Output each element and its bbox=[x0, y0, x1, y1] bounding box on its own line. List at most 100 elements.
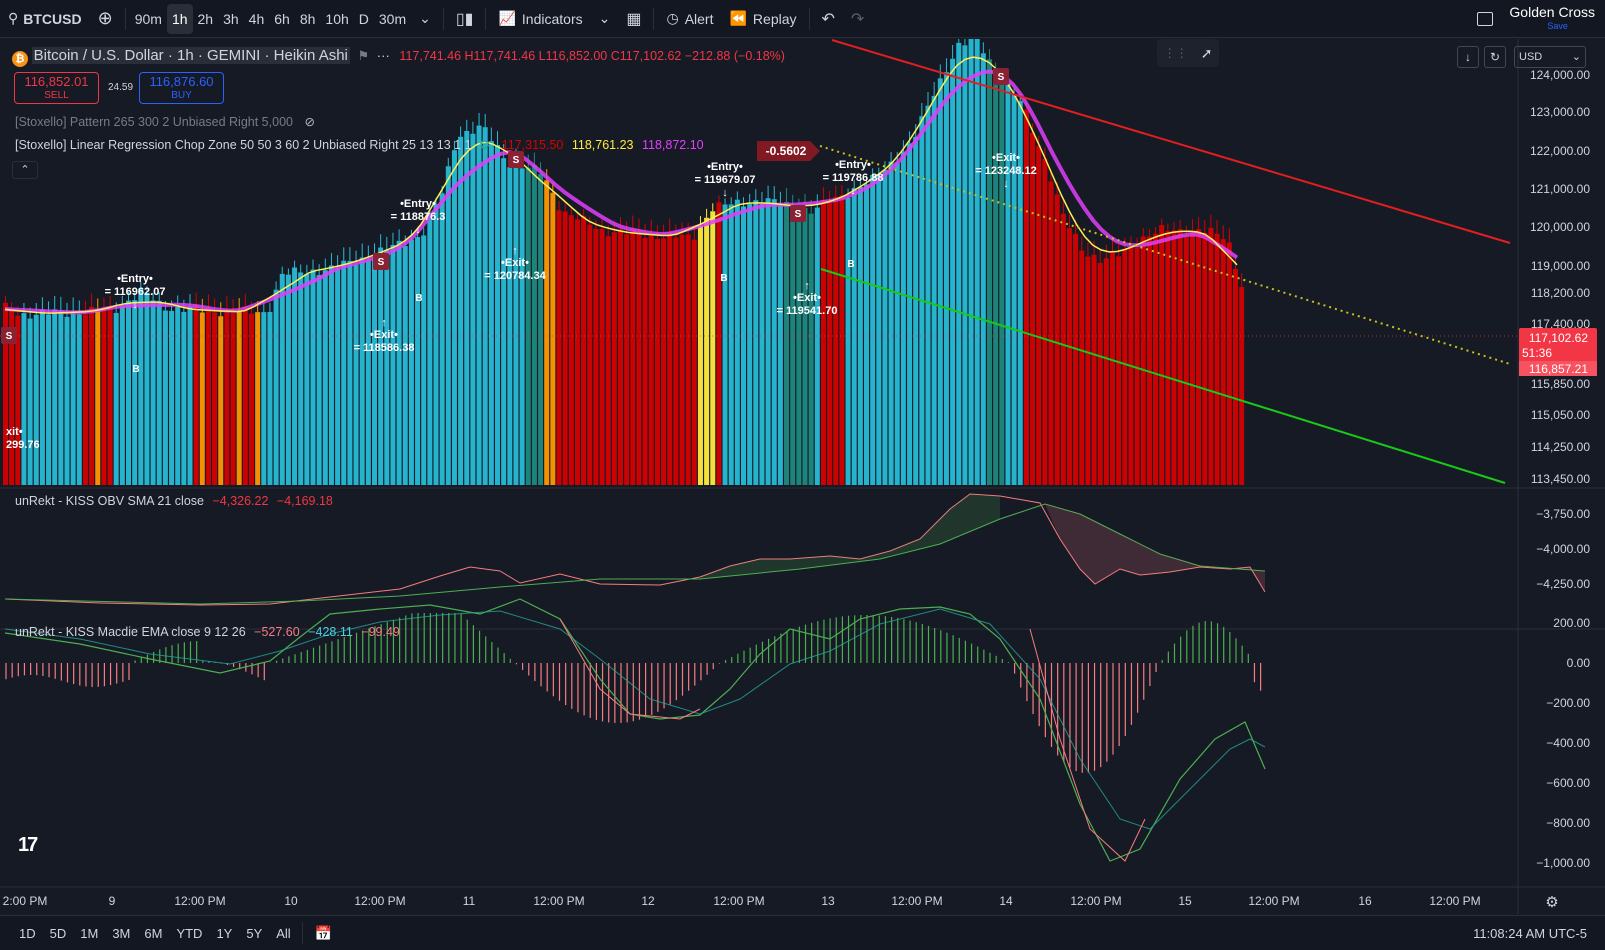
range-all[interactable]: All bbox=[269, 926, 297, 941]
tradingview-logo[interactable]: 17 bbox=[18, 834, 38, 857]
collapse-legend-button[interactable]: ⌃ bbox=[12, 161, 38, 179]
timeframe-8h[interactable]: 8h bbox=[295, 4, 321, 34]
macd-legend[interactable]: unRekt - KISS Macdie EMA close 9 12 26 −… bbox=[15, 625, 400, 639]
bottom-toolbar: 1D 5D 1M 3M 6M YTD 1Y 5Y All 📅 11:08:24 AM UTC-5 bbox=[0, 915, 1605, 950]
trend-line-icon[interactable]: ➚ bbox=[1201, 45, 1213, 62]
price-tick-label: 123,000.00 bbox=[1530, 105, 1590, 119]
drag-handle-icon[interactable]: ⋮⋮ bbox=[1164, 46, 1188, 60]
range-3m[interactable]: 3M bbox=[105, 926, 137, 941]
annotation-value: = 119786.88 bbox=[823, 172, 884, 184]
price-bar bbox=[771, 199, 777, 486]
slope-value: -0.5602 bbox=[766, 144, 807, 158]
replay-button[interactable]: ⏪ Replay bbox=[721, 0, 804, 38]
timeframe-2h[interactable]: 2h bbox=[193, 4, 219, 34]
indicator-pattern-legend[interactable]: [Stoxello] Pattern 265 300 2 Unbiased Ri… bbox=[15, 114, 315, 129]
timeframe-10h[interactable]: 10h bbox=[320, 4, 353, 34]
macd-tick-label: −1,000.00 bbox=[1536, 856, 1590, 870]
templates-button[interactable]: ▦ bbox=[618, 0, 649, 38]
timeframe-90m[interactable]: 90m bbox=[130, 4, 167, 34]
alert-button[interactable]: ◷ Alert bbox=[658, 0, 721, 38]
timeframe-30m[interactable]: 30m bbox=[374, 4, 411, 34]
range-1m[interactable]: 1M bbox=[73, 926, 105, 941]
price-bar bbox=[1073, 233, 1079, 485]
price-bar bbox=[581, 215, 587, 485]
time-tick-label: 12:00 PM bbox=[354, 894, 405, 908]
layout-save-button[interactable]: Golden Cross Save bbox=[1501, 0, 1605, 38]
timeframe-4h[interactable]: 4h bbox=[244, 4, 270, 34]
price-bar bbox=[1146, 236, 1152, 485]
indicators-button[interactable]: 📈 Indicators bbox=[490, 0, 590, 38]
price-bar bbox=[556, 210, 562, 486]
price-bar bbox=[439, 193, 445, 486]
range-1y[interactable]: 1Y bbox=[209, 926, 239, 941]
refresh-button[interactable]: ↻ bbox=[1484, 46, 1506, 68]
price-bar bbox=[132, 300, 138, 485]
clock[interactable]: 11:08:24 AM UTC-5 bbox=[1473, 926, 1587, 941]
chart-area[interactable]: •Entry• = 116962.07 ↓ •Entry• = 118876.3 ↓ •En… bbox=[0, 39, 1605, 914]
buy-button[interactable]: 116,876.60 BUY bbox=[139, 72, 224, 104]
marker-text: S bbox=[795, 209, 802, 220]
macd-value-2: −428.11 bbox=[308, 625, 353, 639]
price-bar bbox=[458, 136, 464, 485]
range-ytd[interactable]: YTD bbox=[169, 926, 209, 941]
price-bar bbox=[230, 312, 236, 485]
redo-button[interactable]: ↷ bbox=[843, 0, 872, 38]
macd-bear-segment bbox=[1029, 628, 1146, 862]
price-tick-label: 113,450.00 bbox=[1531, 472, 1590, 486]
timeframe-dropdown[interactable]: ⌄ bbox=[411, 0, 439, 38]
scroll-down-button[interactable]: ↓ bbox=[1457, 46, 1479, 68]
price-bar bbox=[550, 192, 556, 485]
sell-button[interactable]: 116,852.01 SELL bbox=[14, 72, 99, 104]
symbol-title[interactable]: Bitcoin / U.S. Dollar · 1h · GEMINI · He… bbox=[31, 47, 350, 64]
price-bar bbox=[894, 162, 900, 485]
indicators-dropdown[interactable]: ⌄ bbox=[591, 0, 619, 38]
compare-button[interactable]: ⊕ bbox=[90, 0, 121, 38]
timeframe-3h[interactable]: 3h bbox=[218, 4, 244, 34]
obv-legend[interactable]: unRekt - KISS OBV SMA 21 close −4,326.22… bbox=[15, 494, 333, 508]
chart-type-button[interactable]: ▯▮ bbox=[448, 0, 482, 38]
timeframe-D[interactable]: D bbox=[354, 4, 374, 34]
macd-label: unRekt - KISS Macdie EMA close 9 12 26 bbox=[15, 625, 246, 639]
date-range-button[interactable]: 📅 bbox=[307, 914, 340, 950]
timeframe-1h[interactable]: 1h bbox=[166, 3, 193, 34]
toolbar-divider bbox=[442, 7, 444, 30]
price-bar bbox=[531, 165, 537, 485]
indicator-chop-legend[interactable]: [Stoxello] Linear Regression Chop Zone 5… bbox=[15, 137, 704, 152]
chevron-down-icon: ⌄ bbox=[419, 10, 431, 26]
currency-select[interactable]: USD ⌄ bbox=[1514, 46, 1586, 68]
flag-icon[interactable]: ⚑ bbox=[358, 48, 370, 63]
range-5d[interactable]: 5D bbox=[43, 926, 74, 941]
more-icon[interactable]: ··· bbox=[377, 48, 390, 63]
eye-hidden-icon[interactable]: ⊘ bbox=[304, 115, 314, 129]
price-bar bbox=[796, 212, 802, 485]
price-bar bbox=[101, 309, 107, 485]
toolbar-divider bbox=[301, 922, 303, 944]
settings-gear-icon[interactable]: ⚙ bbox=[1545, 894, 1558, 911]
price-bar bbox=[697, 226, 703, 485]
countdown-value: 51:36 bbox=[1522, 346, 1552, 360]
floating-drawing-toolbar[interactable]: ⋮⋮ ➚ bbox=[1157, 39, 1219, 67]
annotation-value: 299.76 bbox=[6, 439, 40, 451]
price-bar bbox=[408, 239, 414, 485]
sell-label: SELL bbox=[44, 90, 69, 101]
timeframe-6h[interactable]: 6h bbox=[269, 4, 295, 34]
chop-value-2: 118,761.23 bbox=[571, 138, 634, 152]
range-5y[interactable]: 5Y bbox=[239, 926, 269, 941]
range-1d[interactable]: 1D bbox=[12, 926, 43, 941]
price-bar bbox=[630, 228, 636, 486]
annotation-label: •Exit• bbox=[992, 152, 1020, 164]
price-bar bbox=[1060, 213, 1066, 485]
annotation-label: •Exit• bbox=[501, 257, 529, 269]
price-bar bbox=[950, 58, 956, 486]
price-bar bbox=[1110, 252, 1115, 485]
range-6m[interactable]: 6M bbox=[137, 926, 169, 941]
undo-button[interactable]: ↶ bbox=[814, 0, 843, 38]
price-bar bbox=[89, 306, 95, 485]
price-bar bbox=[1165, 231, 1171, 485]
symbol-search[interactable]: ⚲ BTCUSD bbox=[0, 0, 90, 38]
obv-tick-label: −3,750.00 bbox=[1536, 507, 1590, 521]
chart-canvas[interactable]: •Entry•= 116962.07↓•Entry•= 118876.3↓•En… bbox=[0, 39, 1605, 914]
fullscreen-button[interactable] bbox=[1469, 0, 1501, 38]
calendar-icon: 📅 bbox=[314, 924, 333, 941]
chop-value-1: 117,315.50 bbox=[501, 138, 564, 152]
